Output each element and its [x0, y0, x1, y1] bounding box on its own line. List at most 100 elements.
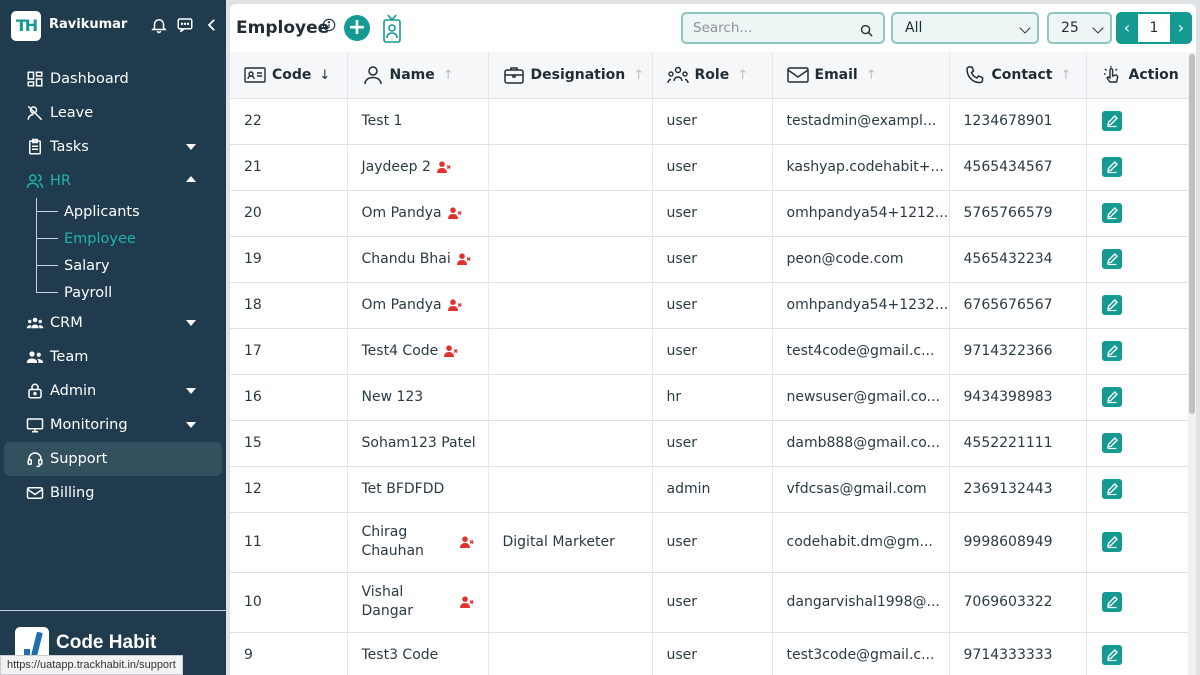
- prev-page-button[interactable]: ‹: [1116, 12, 1138, 44]
- sidebar-item-tasks[interactable]: Tasks: [0, 130, 226, 164]
- user-name[interactable]: Ravikumar: [49, 17, 127, 32]
- employee-name[interactable]: Test 1: [362, 112, 403, 131]
- sidebar-item-hr[interactable]: HR: [0, 164, 226, 198]
- table-row[interactable]: 19 Chandu Bhai user peon@code.com 4565432234: [230, 236, 1189, 283]
- sidebar-item-billing[interactable]: Billing: [0, 476, 226, 510]
- table-row[interactable]: 20 Om Pandya user omhpandya54+1212... 576576…: [230, 190, 1189, 237]
- chat-icon[interactable]: [176, 16, 194, 34]
- edit-icon[interactable]: [1101, 592, 1122, 612]
- cell-name[interactable]: New 123: [347, 374, 489, 421]
- cell-email: kashyap.codehabit+...: [772, 144, 950, 191]
- cell-name[interactable]: Vishal Dangar: [347, 572, 489, 633]
- sort-asc-icon[interactable]: ↑: [737, 68, 748, 83]
- table-scrollbar[interactable]: [1188, 52, 1196, 675]
- sidebar-subitem-salary[interactable]: Salary: [0, 252, 226, 279]
- edit-icon[interactable]: [1101, 111, 1122, 131]
- cell-contact: 2369132443: [949, 466, 1087, 513]
- app-logo[interactable]: TH: [11, 11, 41, 41]
- current-page[interactable]: 1: [1138, 14, 1170, 42]
- employee-name[interactable]: Soham123 Patel: [362, 434, 476, 453]
- sidebar-item-leave[interactable]: Leave: [0, 96, 226, 130]
- cell-name[interactable]: Soham123 Patel: [347, 420, 489, 467]
- employee-name[interactable]: New 123: [362, 388, 424, 407]
- sidebar-item-admin[interactable]: Admin: [0, 374, 226, 408]
- table-row[interactable]: 15 Soham123 Patel user damb888@gmail.co... 4…: [230, 420, 1189, 467]
- edit-icon[interactable]: [1101, 645, 1122, 665]
- table-row[interactable]: 21 Jaydeep 2 user kashyap.codehabit+... 4565…: [230, 144, 1189, 191]
- employee-name[interactable]: Test3 Code: [362, 646, 439, 665]
- employee-name[interactable]: Om Pandya: [362, 204, 442, 223]
- cell-name[interactable]: Chirag Chauhan: [347, 512, 489, 573]
- info-icon[interactable]: [322, 17, 336, 32]
- sort-asc-icon[interactable]: ↑: [443, 68, 454, 83]
- cell-email: codehabit.dm@gm...: [772, 512, 950, 573]
- sort-asc-icon[interactable]: ↑: [866, 68, 877, 83]
- column-header-contact[interactable]: Contact ↑: [949, 52, 1087, 99]
- edit-icon[interactable]: [1101, 203, 1122, 223]
- search-icon[interactable]: [860, 22, 873, 37]
- edit-icon[interactable]: [1101, 532, 1122, 552]
- edit-icon[interactable]: [1101, 295, 1122, 315]
- employee-name[interactable]: Tet BFDFDD: [362, 480, 445, 499]
- sort-asc-icon[interactable]: ↑: [633, 68, 644, 83]
- employee-name[interactable]: Test4 Code: [362, 342, 439, 361]
- sidebar-item-monitoring[interactable]: Monitoring: [0, 408, 226, 442]
- sidebar-subitem-employee[interactable]: Employee: [0, 225, 226, 252]
- cell-email: newsuser@gmail.co...: [772, 374, 950, 421]
- sidebar-item-team[interactable]: Team: [0, 340, 226, 374]
- employee-name[interactable]: Jaydeep 2: [362, 158, 431, 177]
- cell-name[interactable]: Test4 Code: [347, 328, 489, 375]
- employee-name[interactable]: Chandu Bhai: [362, 250, 451, 269]
- edit-icon[interactable]: [1101, 157, 1122, 177]
- add-employee-button[interactable]: +: [344, 15, 370, 41]
- chevron-left-icon[interactable]: [203, 16, 221, 34]
- table-row[interactable]: 11 Chirag Chauhan Digital Marketer user code…: [230, 512, 1189, 573]
- bell-icon[interactable]: [150, 16, 168, 34]
- sidebar-item-dashboard[interactable]: Dashboard: [0, 62, 226, 96]
- column-header-role[interactable]: Role ↑: [652, 52, 773, 99]
- employee-name[interactable]: Chirag Chauhan: [362, 523, 432, 561]
- column-header-designation[interactable]: Designation ↑: [488, 52, 653, 99]
- edit-icon[interactable]: [1101, 387, 1122, 407]
- column-header-email[interactable]: Email ↑: [772, 52, 950, 99]
- table-row[interactable]: 10 Vishal Dangar user dangarvishal1998@... 7…: [230, 572, 1189, 633]
- sidebar-nav: Dashboard Leave Tasks HR Applicants Empl…: [0, 62, 226, 510]
- employee-name[interactable]: Vishal Dangar: [362, 583, 432, 621]
- edit-icon[interactable]: [1101, 433, 1122, 453]
- cell-name[interactable]: Om Pandya: [347, 282, 489, 329]
- cell-name[interactable]: Chandu Bhai: [347, 236, 489, 283]
- cell-name[interactable]: Jaydeep 2: [347, 144, 489, 191]
- cell-contact: 4552221111: [949, 420, 1087, 467]
- table-row[interactable]: 12 Tet BFDFDD admin vfdcsas@gmail.com 236913…: [230, 466, 1189, 513]
- cell-name[interactable]: Tet BFDFDD: [347, 466, 489, 513]
- cell-action: [1086, 374, 1189, 421]
- page-size-select[interactable]: 25: [1047, 12, 1112, 44]
- sidebar-item-support[interactable]: Support: [4, 442, 222, 476]
- scrollbar-thumb[interactable]: [1189, 54, 1195, 414]
- next-page-button[interactable]: ›: [1170, 12, 1192, 44]
- table-row[interactable]: 16 New 123 hr newsuser@gmail.co... 943439898…: [230, 374, 1189, 421]
- sidebar-subitem-payroll[interactable]: Payroll: [0, 279, 226, 306]
- id-card-icon[interactable]: [381, 14, 403, 44]
- sort-desc-icon[interactable]: ↓: [319, 68, 330, 83]
- filter-select[interactable]: All: [891, 12, 1039, 44]
- search-input[interactable]: [693, 19, 853, 37]
- cell-name[interactable]: Test 1: [347, 98, 489, 145]
- brand-name: Code Habit: [56, 632, 157, 653]
- cell-name[interactable]: Om Pandya: [347, 190, 489, 237]
- table-row[interactable]: 18 Om Pandya user omhpandya54+1232... 676567…: [230, 282, 1189, 329]
- sort-asc-icon[interactable]: ↑: [1061, 68, 1072, 83]
- edit-icon[interactable]: [1101, 249, 1122, 269]
- table-row[interactable]: 22 Test 1 user testadmin@exampl... 123467890…: [230, 98, 1189, 145]
- edit-icon[interactable]: [1101, 479, 1122, 499]
- sidebar-item-crm[interactable]: CRM: [0, 306, 226, 340]
- table-row[interactable]: 9 Test3 Code user test3code@gmail.c... 97143…: [230, 632, 1189, 675]
- employee-name[interactable]: Om Pandya: [362, 296, 442, 315]
- sidebar-subitem-applicants[interactable]: Applicants: [0, 198, 226, 225]
- column-header-code[interactable]: Code ↓: [230, 52, 348, 99]
- cell-name[interactable]: Test3 Code: [347, 632, 489, 675]
- table-row[interactable]: 17 Test4 Code user test4code@gmail.c... 9714…: [230, 328, 1189, 375]
- edit-icon[interactable]: [1101, 341, 1122, 361]
- briefcase-icon: [503, 66, 525, 84]
- column-header-name[interactable]: Name ↑: [347, 52, 489, 99]
